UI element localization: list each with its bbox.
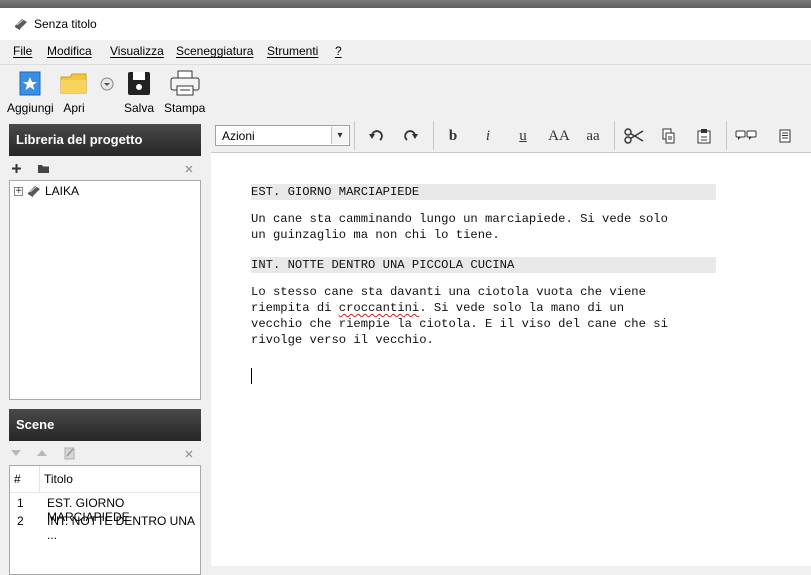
misspelled-word[interactable]: croccantini: [339, 301, 419, 315]
redo-icon: [404, 130, 418, 141]
scene-title: INT. NOTTE DENTRO UNA ...: [47, 514, 195, 542]
open-button[interactable]: Apri: [59, 69, 89, 115]
scenes-list[interactable]: # Titolo 1 EST. GIORNO MARCIAPIEDE 2 INT…: [9, 465, 201, 575]
save-label: Salva: [124, 101, 155, 115]
copy-icon: [662, 128, 675, 144]
add-button[interactable]: Aggiungi: [7, 69, 54, 115]
add-label: Aggiungi: [7, 101, 54, 115]
copy-button[interactable]: [658, 125, 680, 147]
library-tools: [9, 158, 201, 180]
scissors-icon: [624, 128, 644, 144]
library-panel-title: Libreria del progetto: [9, 124, 201, 156]
paste-icon: [697, 129, 711, 144]
menu-help[interactable]: ?: [335, 44, 342, 58]
action-line: vecchio che riempie la ciotola. E il vis…: [251, 317, 668, 347]
underline-button[interactable]: u: [512, 125, 534, 147]
menu-modifica[interactable]: Modifica: [47, 44, 92, 58]
new-folder-icon[interactable]: [37, 163, 50, 174]
undo-icon: [369, 130, 383, 141]
lowercase-button[interactable]: aa: [582, 125, 604, 147]
expand-icon[interactable]: +: [14, 186, 23, 196]
toolbar-separator: [433, 121, 434, 150]
scene-num: 1: [17, 496, 24, 510]
chevron-down-icon: ▾: [331, 127, 348, 144]
bold-button[interactable]: b: [442, 125, 464, 147]
close-icon[interactable]: [185, 450, 193, 458]
menu-bar: File Modifica Visualizza Sceneggiatura S…: [0, 40, 811, 65]
col-divider: [39, 466, 40, 492]
app-logo-icon: [15, 19, 27, 30]
notes-button[interactable]: [735, 125, 757, 147]
cut-button[interactable]: [623, 125, 645, 147]
add-item-icon[interactable]: [11, 163, 22, 174]
script-document[interactable]: EST. GIORNO MARCIAPIEDE Un cane sta camm…: [251, 184, 716, 348]
document-button[interactable]: [774, 125, 796, 147]
printer-icon: [170, 70, 200, 96]
tree-item-label: LAIKA: [45, 184, 80, 198]
folder-icon: [60, 73, 87, 94]
text-caret: [251, 368, 252, 384]
menu-visualizza[interactable]: Visualizza: [110, 44, 164, 58]
floppy-disk-icon: [128, 72, 151, 95]
action-paragraph[interactable]: Un cane sta camminando lungo un marciapi…: [251, 211, 716, 243]
scene-heading[interactable]: EST. GIORNO MARCIAPIEDE: [251, 184, 716, 200]
chevron-down-icon: [100, 77, 114, 91]
redo-button[interactable]: [400, 125, 422, 147]
desktop-strip: [0, 0, 811, 8]
style-select-value: Azioni: [222, 129, 255, 143]
editor-area: Azioni ▾ b i u AA aa EST. GIORNO MARCIAP…: [211, 119, 811, 566]
save-button[interactable]: Salva: [124, 69, 154, 115]
action-line: riempita di: [251, 301, 339, 315]
action-line: . Si vede solo la mano di un: [419, 301, 625, 315]
scenes-panel-title: Scene: [9, 409, 201, 441]
move-down-icon[interactable]: [11, 450, 21, 457]
scene-row[interactable]: 2 INT. NOTTE DENTRO UNA ...: [10, 511, 200, 542]
toolbar-separator: [614, 121, 615, 150]
scene-num: 2: [17, 514, 24, 528]
toolbar-separator: [726, 121, 727, 150]
scene-row[interactable]: 1 EST. GIORNO MARCIAPIEDE: [10, 493, 200, 524]
toolbar-separator: [354, 121, 355, 150]
close-icon[interactable]: [185, 165, 193, 173]
open-recent-dropdown[interactable]: [100, 77, 114, 91]
title-bar[interactable]: Senza titolo: [0, 8, 811, 40]
italic-button[interactable]: i: [477, 125, 499, 147]
uppercase-button[interactable]: AA: [545, 125, 573, 147]
col-header-title[interactable]: Titolo: [44, 472, 73, 486]
add-icon: [19, 71, 41, 96]
paste-button[interactable]: [693, 125, 715, 147]
menu-strumenti[interactable]: Strumenti: [267, 44, 318, 58]
col-header-num[interactable]: #: [14, 472, 21, 486]
main-toolbar: Aggiungi Apri Salva Stampa: [0, 65, 811, 119]
open-label: Apri: [63, 101, 85, 115]
window-title: Senza titolo: [34, 17, 97, 31]
speech-bubbles-icon: [735, 130, 757, 140]
scenes-tools: [9, 443, 201, 465]
tree-item-laika[interactable]: + LAIKA: [14, 184, 79, 198]
print-button[interactable]: Stampa: [164, 69, 205, 115]
script-icon: [28, 186, 40, 197]
paragraph-style-select[interactable]: Azioni ▾: [215, 125, 350, 146]
edit-icon[interactable]: [64, 446, 76, 460]
undo-button[interactable]: [365, 125, 387, 147]
menu-sceneggiatura[interactable]: Sceneggiatura: [176, 44, 253, 58]
menu-file[interactable]: File: [13, 44, 32, 58]
library-tree[interactable]: + LAIKA: [9, 180, 201, 400]
action-line: Lo stesso cane sta davanti una ciotola v…: [251, 285, 646, 299]
scenes-list-header: # Titolo: [10, 466, 200, 493]
print-label: Stampa: [164, 101, 206, 115]
format-toolbar: Azioni ▾ b i u AA aa: [211, 119, 811, 153]
action-paragraph[interactable]: Lo stesso cane sta davanti una ciotola v…: [251, 284, 716, 348]
document-icon: [779, 129, 791, 143]
scene-heading[interactable]: INT. NOTTE DENTRO UNA PICCOLA CUCINA: [251, 257, 716, 273]
move-up-icon[interactable]: [37, 449, 47, 456]
left-panel: Libreria del progetto + LAIKA Scene # Ti…: [0, 119, 211, 575]
